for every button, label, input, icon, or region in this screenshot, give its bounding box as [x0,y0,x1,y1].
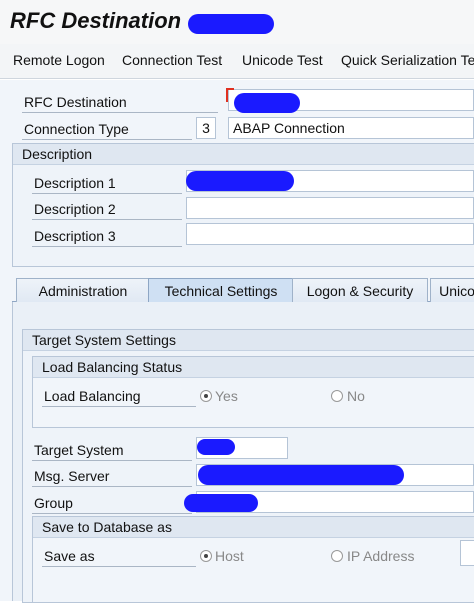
load-balancing-no-label: No [347,388,365,404]
save-as-edge-field [460,540,474,566]
description-1-label: Description 1 [34,175,116,191]
tab-unicode[interactable]: Unico [430,278,474,304]
target-system-label: Target System [34,442,124,458]
tab-technical-settings[interactable]: Technical Settings [148,278,294,304]
quick-serialization-button[interactable]: Quick Serialization Te [341,52,474,68]
load-balancing-no-radio[interactable] [331,390,343,402]
connection-type-value-field: ABAP Connection [228,117,474,139]
label-underline [32,246,182,247]
redacted-msg-server [198,465,404,485]
unicode-test-button[interactable]: Unicode Test [242,52,323,68]
connection-test-button[interactable]: Connection Test [122,52,222,68]
redacted-group [184,494,258,512]
required-marker-icon [226,88,234,102]
save-as-ip-label: IP Address [347,548,415,564]
label-underline [32,486,192,487]
save-as-ip-radio[interactable] [331,550,343,562]
label-underline [32,460,192,461]
load-balancing-yes-radio[interactable] [200,390,212,402]
redacted-target-system [197,439,235,455]
group-label: Group [34,495,73,511]
save-as-host-radio[interactable] [200,550,212,562]
connection-type-code-field[interactable]: 3 [196,117,216,139]
title-bar: RFC Destination [0,0,474,45]
label-underline [22,139,192,140]
tab-logon-security[interactable]: Logon & Security [292,278,428,304]
rfc-destination-label: RFC Destination [24,94,127,110]
save-as-label: Save as [44,548,95,564]
label-underline [32,193,182,194]
tab-administration[interactable]: Administration [16,278,150,304]
save-as-host-label: Host [215,548,244,564]
label-underline [22,112,218,113]
msg-server-label: Msg. Server [34,468,110,484]
description-3-label: Description 3 [34,228,116,244]
redacted-description-1 [186,171,294,191]
connection-type-label: Connection Type [24,121,129,137]
redacted-destination-name [188,14,274,34]
redacted-rfc-destination [234,93,300,113]
description-2-field[interactable] [186,197,474,219]
label-underline [32,219,182,220]
remote-logon-button[interactable]: Remote Logon [13,52,105,68]
load-balancing-yes-label: Yes [215,388,238,404]
load-balancing-label: Load Balancing [44,388,141,404]
load-balancing-status-heading: Load Balancing Status [42,359,183,375]
description-2-label: Description 2 [34,201,116,217]
description-heading: Description [22,146,93,162]
description-3-field[interactable] [186,223,474,245]
page-title: RFC Destination [10,8,182,33]
label-underline [32,513,192,514]
target-system-settings-heading: Target System Settings [32,332,176,348]
save-to-database-heading: Save to Database as [42,519,172,535]
label-underline [42,406,196,407]
label-underline [42,566,196,567]
